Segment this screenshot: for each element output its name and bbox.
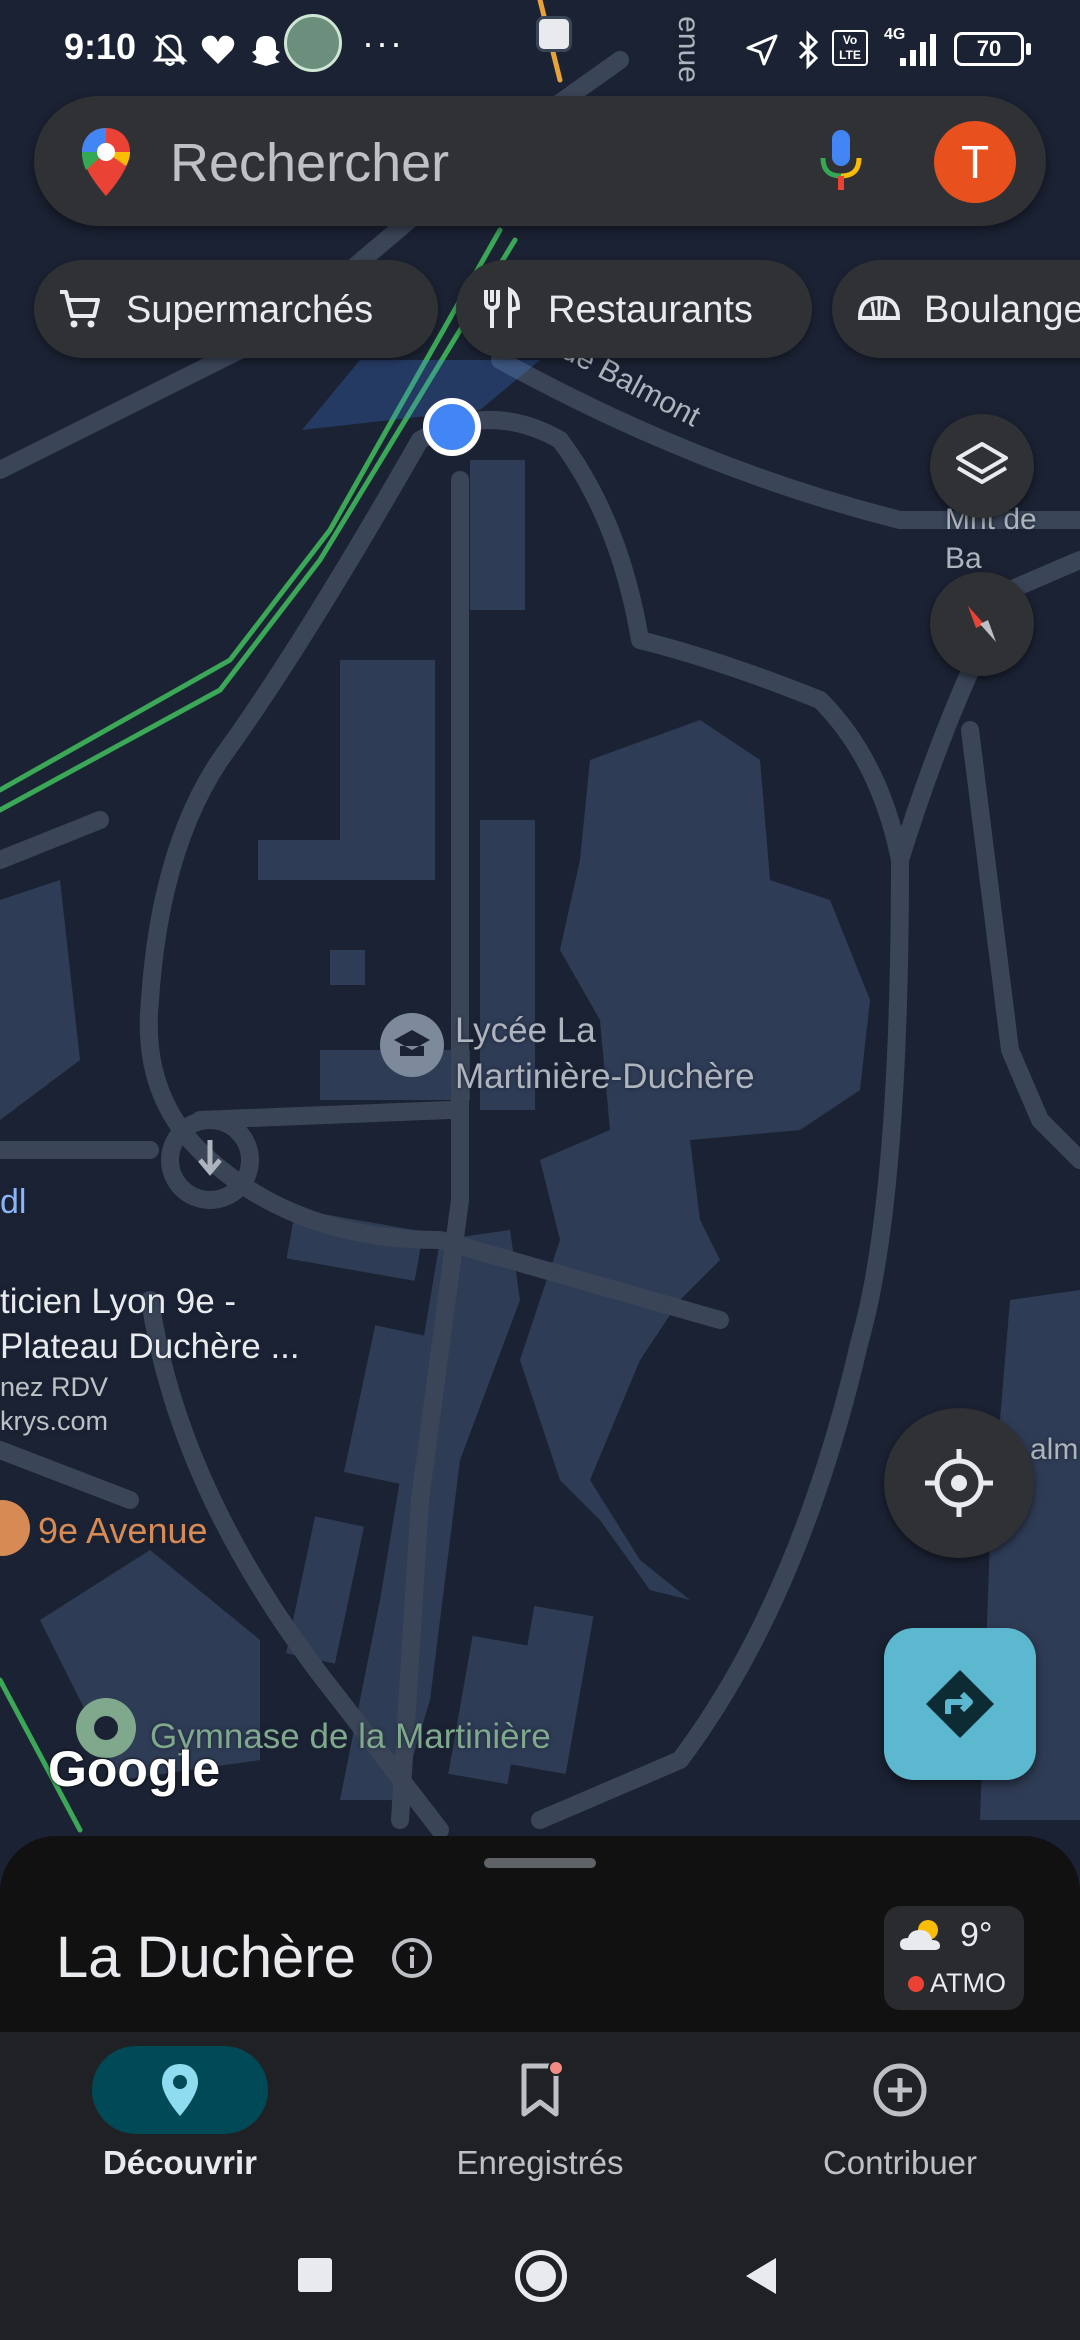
- poi-krys-line3: nez RDV: [0, 1371, 109, 1402]
- poi-krys-label[interactable]: ticien Lyon 9e - Plateau Duchère ... nez…: [0, 1280, 300, 1439]
- directions-icon: [926, 1670, 994, 1738]
- home-button[interactable]: [515, 2250, 567, 2302]
- poi-krys-line4: krys.com: [0, 1406, 108, 1437]
- volte-icon: Vo LTE: [832, 30, 868, 66]
- poi-krys-line2: Plateau Duchère ...: [0, 1326, 300, 1366]
- nav-label: Enregistrés: [456, 2144, 624, 2181]
- cart-icon: [60, 290, 100, 328]
- my-location-dot: [423, 398, 481, 456]
- layers-icon: [956, 442, 1008, 484]
- snapchat-avatar-icon: [284, 14, 342, 72]
- crosshair-icon: [925, 1449, 993, 1517]
- chip-restaurants[interactable]: Restaurants: [456, 260, 812, 358]
- chip-label: Restaurants: [548, 289, 753, 331]
- weather-temp: 9°: [960, 1916, 993, 1954]
- battery-indicator: 70: [954, 32, 1031, 66]
- add-circle-icon: [873, 2063, 927, 2117]
- chip-supermarches[interactable]: Supermarchés: [34, 260, 438, 358]
- poi-balm-label: alm: [1030, 1433, 1079, 1466]
- nav-label: Contribuer: [822, 2144, 978, 2181]
- poi-9e-avenue-label[interactable]: 9e Avenue: [38, 1508, 208, 1555]
- recents-button[interactable]: [298, 2258, 332, 2292]
- directions-button[interactable]: [884, 1628, 1036, 1780]
- poi-lycee-label[interactable]: Lycée La Martinière-Duchère: [455, 1008, 755, 1099]
- my-location-button[interactable]: [884, 1408, 1034, 1558]
- weather-widget[interactable]: 9° ATMO: [884, 1906, 1024, 2010]
- bread-icon: [857, 295, 901, 320]
- compass-icon: [968, 606, 996, 642]
- signal-icon: [900, 34, 936, 66]
- maps-app: Mnt de Balmont Mnt de Ba enue Lycée La M…: [0, 0, 1080, 2340]
- microphone-icon[interactable]: [818, 128, 864, 194]
- poi-lycee-line1: Lycée La: [455, 1011, 596, 1050]
- school-pin-icon[interactable]: [380, 1013, 444, 1077]
- google-maps-logo-icon: [82, 128, 130, 196]
- nav-item-decouvrir[interactable]: Découvrir: [0, 2032, 360, 2222]
- more-notifications-icon: ···: [362, 22, 404, 63]
- home-dot: [526, 2261, 556, 2291]
- account-avatar[interactable]: T: [934, 121, 1016, 203]
- chip-label: Supermarchés: [126, 289, 374, 331]
- aqi-status-dot: [908, 1976, 924, 1992]
- transit-map-icon: [536, 16, 572, 52]
- partly-cloudy-icon: [900, 1920, 940, 1950]
- location-arrow-icon: [746, 34, 778, 66]
- nav-item-enregistres[interactable]: Enregistrés: [360, 2032, 720, 2222]
- chip-boulangeries[interactable]: Boulange: [832, 260, 1080, 358]
- snapchat-icon: [252, 36, 280, 66]
- compass-button[interactable]: [930, 572, 1034, 676]
- nav-label: Découvrir: [102, 2144, 258, 2181]
- chip-label: Boulange: [924, 289, 1080, 331]
- poi-krys-line1: ticien Lyon 9e -: [0, 1282, 237, 1321]
- system-navigation-bar: [0, 2222, 1080, 2340]
- aqi-label: ATMO: [930, 1968, 1006, 1998]
- poi-lycee-line2: Martinière-Duchère: [455, 1056, 755, 1096]
- info-icon[interactable]: [390, 1936, 434, 1980]
- bottom-navigation: Découvrir Enregistrés Contribuer: [0, 2032, 1080, 2222]
- heart-app-icon: [201, 35, 235, 64]
- nav-item-contribuer[interactable]: Contribuer: [720, 2032, 1080, 2222]
- search-input[interactable]: Rechercher: [170, 132, 449, 194]
- layers-button[interactable]: [930, 414, 1034, 518]
- search-bar[interactable]: Rechercher T: [34, 96, 1046, 226]
- poi-dl-label[interactable]: dl: [0, 1180, 26, 1224]
- notifications-off-icon: [152, 34, 188, 66]
- status-time: 9:10: [64, 26, 137, 67]
- bookmark-icon: [521, 2060, 564, 2117]
- location-pin-icon: [162, 2064, 198, 2116]
- fork-knife-icon: [484, 286, 521, 328]
- bluetooth-icon: [798, 30, 819, 70]
- back-button[interactable]: [742, 2256, 782, 2296]
- sheet-drag-handle[interactable]: [484, 1858, 596, 1868]
- place-name: La Duchère: [56, 1925, 356, 1990]
- google-logo: Google: [48, 1741, 221, 1797]
